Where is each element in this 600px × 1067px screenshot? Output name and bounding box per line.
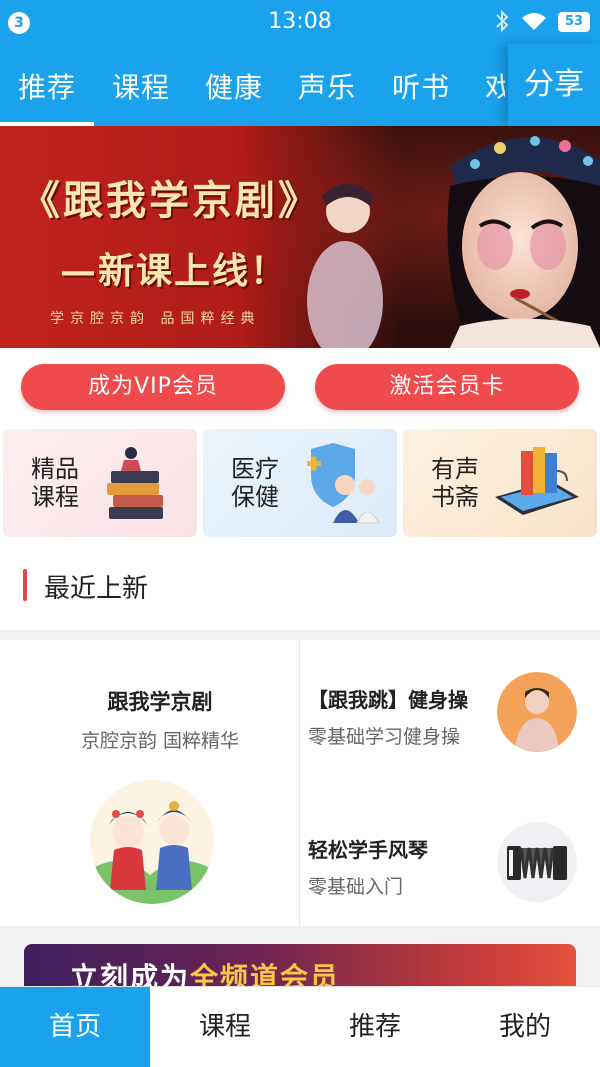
category-cards: 精品课程 医疗保健 有声书斋 xyxy=(0,426,600,542)
audiobook-icon xyxy=(495,447,579,515)
recent-section-header: 最近上新 xyxy=(0,542,600,630)
course-subtitle: 零基础学习健身操 xyxy=(308,726,461,748)
banner-subtitle: —新课上线！ xyxy=(60,250,289,292)
tab-vocal[interactable]: 声乐 xyxy=(298,66,356,106)
books-icon xyxy=(107,447,163,519)
fitness-instructor-image xyxy=(497,672,577,752)
course-title: 轻松学手风琴 xyxy=(308,838,428,862)
bluetooth-icon xyxy=(496,9,509,33)
wifi-icon xyxy=(522,13,546,30)
category-audiobooks[interactable]: 有声书斋 xyxy=(403,429,597,537)
battery-icon: 53 xyxy=(558,12,590,32)
recent-title: 最近上新 xyxy=(44,574,149,604)
activate-card-button[interactable]: 激活会员卡 xyxy=(315,364,579,410)
category-medical-care[interactable]: 医疗保健 xyxy=(203,429,397,537)
nav-home[interactable]: 首页 xyxy=(0,987,150,1067)
category-label: 医疗保健 xyxy=(231,455,279,511)
nav-courses[interactable]: 课程 xyxy=(150,987,300,1067)
become-vip-button[interactable]: 成为VIP会员 xyxy=(21,364,285,410)
accordion-image xyxy=(497,822,577,902)
nav-mine[interactable]: 我的 xyxy=(450,987,600,1067)
opera-performer-image xyxy=(307,136,600,348)
top-tab-bar: 推荐 课程 健康 声乐 听书 戏曲 分享 xyxy=(0,44,600,126)
banner-tagline: 学京腔京韵 品国粹经典 xyxy=(50,311,261,327)
tab-health[interactable]: 健康 xyxy=(205,66,263,106)
course-subtitle: 零基础入门 xyxy=(308,876,404,898)
featured-course-subtitle: 京腔京韵 国粹精华 xyxy=(80,730,240,752)
bottom-nav: 首页 课程 推荐 我的 xyxy=(0,986,600,1067)
promo-banner[interactable]: 《跟我学京剧》 —新课上线！ 学京腔京韵 品国粹经典 xyxy=(0,126,600,348)
category-premium-courses[interactable]: 精品课程 xyxy=(3,429,197,537)
medical-icon xyxy=(307,443,380,524)
vip-actions: 成为VIP会员 激活会员卡 xyxy=(0,348,600,426)
status-time: 13:08 xyxy=(268,9,332,34)
category-label: 精品课程 xyxy=(31,455,79,511)
tab-audiobooks[interactable]: 听书 xyxy=(392,66,450,106)
course-title: 【跟我跳】健身操 xyxy=(308,688,468,712)
status-bar: 3 13:08 53 xyxy=(0,0,600,44)
grid-divider xyxy=(299,640,300,926)
tab-recommend[interactable]: 推荐 xyxy=(18,66,76,106)
tab-partial[interactable]: 戏曲 xyxy=(485,66,505,106)
tab-courses[interactable]: 课程 xyxy=(112,66,170,106)
share-button[interactable]: 分享 xyxy=(508,44,600,126)
banner-title: 《跟我学京剧》 xyxy=(20,177,321,224)
category-label: 有声书斋 xyxy=(431,455,479,511)
recent-courses-grid: 跟我学京剧 京腔京韵 国粹精华 【跟我跳】健身操 零基础学习健身操 轻松学手风琴… xyxy=(0,640,600,926)
section-accent-bar xyxy=(23,569,27,601)
featured-course-title: 跟我学京剧 xyxy=(107,690,213,714)
opera-cartoon-image xyxy=(90,780,214,904)
nav-recommend[interactable]: 推荐 xyxy=(300,987,450,1067)
